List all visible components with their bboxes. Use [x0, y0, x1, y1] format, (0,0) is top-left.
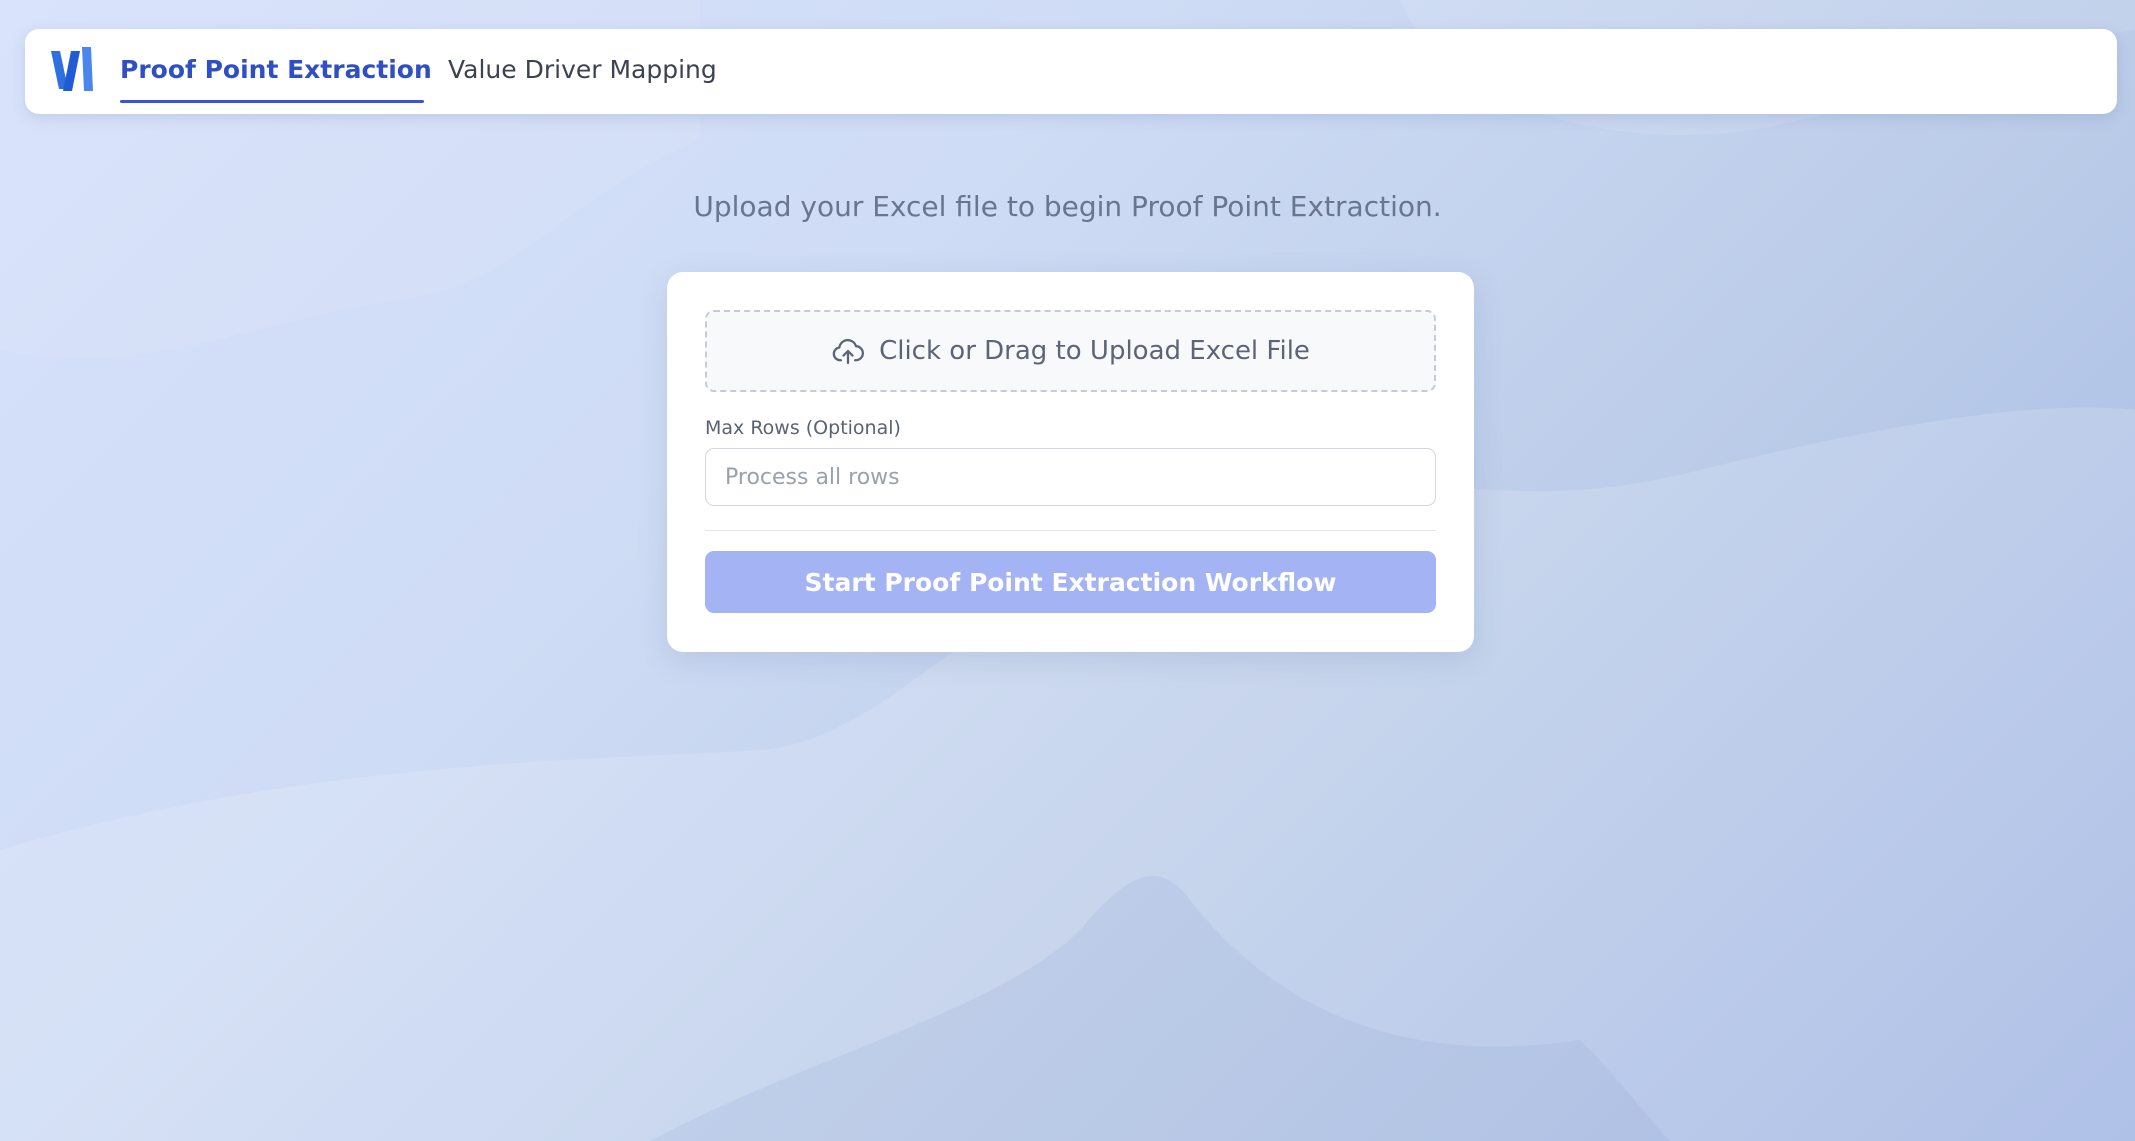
max-rows-input[interactable]	[705, 448, 1436, 506]
app-page: Proof Point Extraction Value Driver Mapp…	[0, 0, 2135, 1141]
brand-logo-icon[interactable]	[49, 45, 101, 97]
tab-label: Value Driver Mapping	[448, 55, 717, 84]
tab-proof-point-extraction[interactable]: Proof Point Extraction	[120, 29, 432, 114]
divider	[705, 530, 1436, 531]
file-upload-dropzone[interactable]: Click or Drag to Upload Excel File	[705, 310, 1436, 392]
cloud-upload-icon	[831, 334, 865, 368]
upload-card: Click or Drag to Upload Excel File Max R…	[667, 272, 1474, 652]
tab-value-driver-mapping[interactable]: Value Driver Mapping	[448, 29, 717, 114]
max-rows-label: Max Rows (Optional)	[705, 417, 901, 439]
top-navigation-bar: Proof Point Extraction Value Driver Mapp…	[25, 29, 2117, 114]
active-tab-indicator	[120, 100, 424, 103]
tab-label: Proof Point Extraction	[120, 55, 432, 84]
upload-label: Click or Drag to Upload Excel File	[879, 336, 1310, 366]
intro-text: Upload your Excel file to begin Proof Po…	[693, 190, 1442, 223]
start-workflow-button[interactable]: Start Proof Point Extraction Workflow	[705, 551, 1436, 613]
